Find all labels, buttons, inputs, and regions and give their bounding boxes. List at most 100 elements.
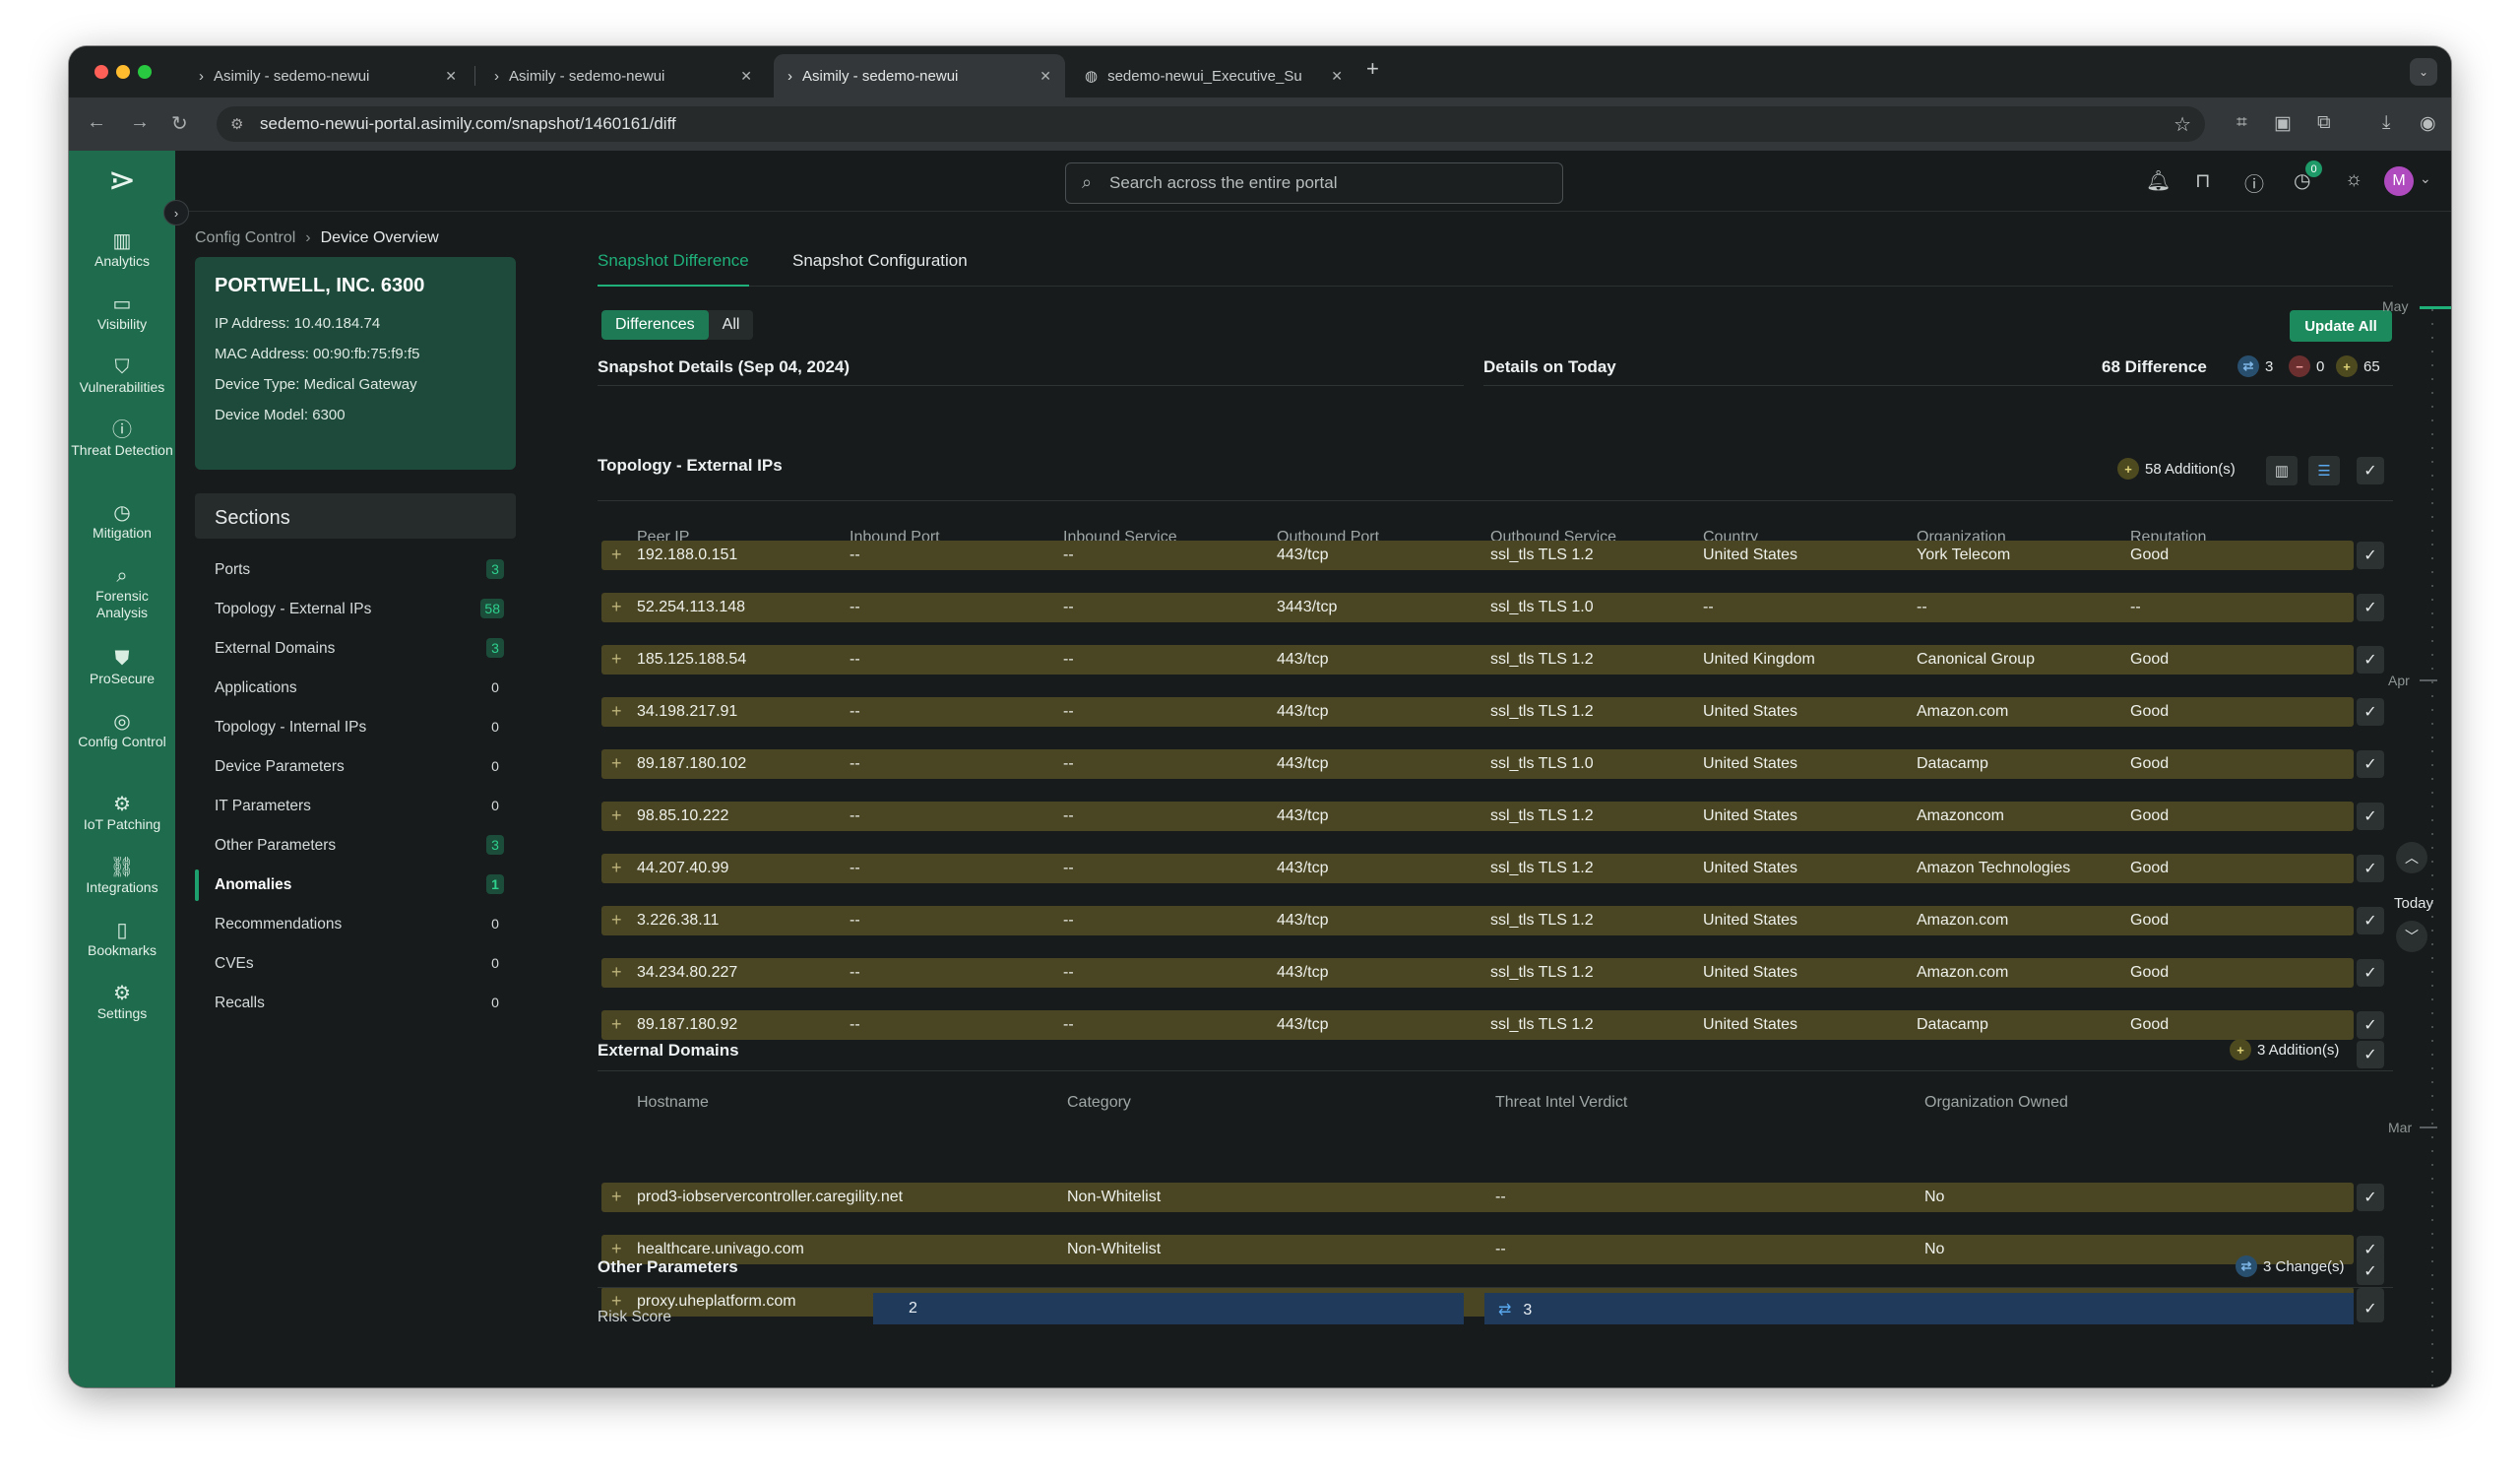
nav-bookmarks[interactable]: ▯ Bookmarks (69, 921, 175, 959)
breadcrumb-parent[interactable]: Config Control (195, 229, 295, 246)
table-cell: Good (2130, 912, 2170, 929)
tab-close-icon[interactable]: ✕ (445, 68, 457, 85)
toggle-differences[interactable]: Differences (601, 310, 709, 340)
close-window-button[interactable] (94, 65, 108, 79)
section-item[interactable]: Topology - External IPs 58 (195, 590, 516, 629)
table-row[interactable]: +3.226.38.11 -- -- 443/tcp ssl_tls TLS 1.2 Un… (601, 906, 2354, 935)
nav-visibility[interactable]: ▭ Visibility (69, 294, 175, 333)
timeline-up-button[interactable]: ︿ (2396, 842, 2427, 873)
minimize-window-button[interactable] (116, 65, 130, 79)
tab-chevron-icon: › (199, 67, 204, 85)
nav-vulnerabilities[interactable]: ⛉ Vulnerabilities (69, 357, 175, 396)
section-item[interactable]: Ports 3 (195, 550, 516, 590)
list-view-button[interactable]: ☰ (2308, 456, 2340, 485)
tab-search-button[interactable]: ⌄ (2410, 58, 2437, 86)
timeline-down-button[interactable]: ﹀ (2396, 921, 2427, 952)
maximize-window-button[interactable] (138, 65, 152, 79)
table-cell: -- (850, 860, 860, 876)
table-cell: 89.187.180.92 (637, 1016, 738, 1033)
table-row[interactable]: +89.187.180.92 -- -- 443/tcp ssl_tls TLS 1.2… (601, 1010, 2354, 1040)
column-header: Organization Owned (1924, 1094, 2068, 1111)
section-count-badge: 0 (491, 719, 499, 735)
device-ip: IP Address: 10.40.184.74 (215, 315, 381, 332)
section-item[interactable]: Applications 0 (195, 669, 516, 708)
browser-tab-active[interactable]: › Asimily - sedemo-newui ✕ (774, 54, 1065, 97)
profile-icon[interactable]: ◉ (2420, 112, 2436, 135)
download-icon[interactable]: ⤓ (2382, 112, 2390, 134)
nav-settings[interactable]: ⚙ Settings (69, 984, 175, 1022)
device-card: PORTWELL, INC. 6300 IP Address: 10.40.18… (195, 257, 516, 470)
section-item[interactable]: Topology - Internal IPs 0 (195, 708, 516, 747)
nav-label: Bookmarks (87, 942, 158, 958)
extension-icon[interactable]: ▣ (2274, 112, 2292, 135)
section-item[interactable]: CVEs 0 (195, 944, 516, 984)
nav-iot-patching[interactable]: ⚙ IoT Patching (69, 795, 175, 833)
nav-integrations[interactable]: ⛓ Integrations (69, 858, 175, 896)
tab-snapshot-difference[interactable]: Snapshot Difference (598, 245, 749, 287)
nav-threat-detection[interactable]: ⓘ Threat Detection (69, 420, 175, 459)
added-row-icon: + (611, 649, 622, 669)
nav-mitigation[interactable]: ◷ Mitigation (69, 503, 175, 542)
section-label: Recalls (215, 995, 265, 1011)
tab-close-icon[interactable]: ✕ (1331, 68, 1343, 85)
added-row-icon: + (611, 1014, 622, 1034)
section-item[interactable]: IT Parameters 0 (195, 787, 516, 826)
nav-label: Vulnerabilities (79, 379, 165, 395)
table-row[interactable]: + prod3-iobservercontroller.caregility.ne… (601, 1183, 2354, 1212)
section-item[interactable]: Recommendations 0 (195, 905, 516, 944)
nav-forensic-analysis[interactable]: ⌕ Forensic Analysis (69, 566, 175, 621)
nav-analytics[interactable]: ▥ Analytics (69, 231, 175, 270)
timeline-axis (2431, 309, 2433, 1387)
table-cell: 443/tcp (1277, 860, 1329, 876)
section-item[interactable]: External Domains 3 (195, 629, 516, 669)
nav-config-control[interactable]: ◎ Config Control (69, 712, 175, 750)
toggle-all[interactable]: All (709, 310, 754, 340)
other-changes-chip: ⇄ 3 Change(s) (2236, 1255, 2345, 1277)
back-icon[interactable]: ← (87, 111, 106, 134)
table-cell: Good (2130, 651, 2170, 668)
table-cell: 443/tcp (1277, 964, 1329, 981)
asimily-logo[interactable]: ⋗ (98, 161, 146, 208)
tab-close-icon[interactable]: ✕ (740, 68, 752, 85)
chart-view-button[interactable]: ▥ (2266, 456, 2298, 485)
section-item[interactable]: Other Parameters 3 (195, 826, 516, 866)
sidebar-expand-button[interactable]: › (163, 200, 189, 225)
tab-snapshot-configuration[interactable]: Snapshot Configuration (792, 245, 968, 287)
table-row[interactable]: +185.125.188.54 -- -- 443/tcp ssl_tls TLS 1.… (601, 645, 2354, 675)
section-label: Anomalies (215, 876, 292, 893)
table-row[interactable]: + healthcare.univago.com Non-Whitelist -- No (601, 1235, 2354, 1264)
table-row[interactable]: +44.207.40.99 -- -- 443/tcp ssl_tls TLS 1.2 U… (601, 854, 2354, 883)
table-row[interactable]: +192.188.0.151 -- -- 443/tcp ssl_tls TLS 1.2… (601, 541, 2354, 570)
table-cell: ssl_tls TLS 1.2 (1490, 651, 1594, 668)
tab-close-icon[interactable]: ✕ (1040, 68, 1051, 85)
address-bar-row: ← → ↻ ⚙ sedemo-newui-portal.asimily.com/… (69, 97, 2451, 151)
new-tab-button[interactable]: + (1366, 56, 1379, 82)
nav-prosecure[interactable]: ⛊ ProSecure (69, 649, 175, 687)
table-cell: 443/tcp (1277, 807, 1329, 824)
changes-label: 3 Change(s) (2263, 1257, 2345, 1275)
update-all-button[interactable]: Update All (2290, 310, 2392, 342)
table-row[interactable]: +98.85.10.222 -- -- 443/tcp ssl_tls TLS 1.2 U… (601, 802, 2354, 831)
section-label: Applications (215, 679, 297, 696)
tab-title: Asimily - sedemo-newui (802, 67, 959, 85)
added-row-icon: + (611, 962, 622, 982)
table-row[interactable]: +52.254.113.148 -- -- 3443/tcp ssl_tls TLS 1… (601, 593, 2354, 622)
section-count-badge: 58 (480, 599, 504, 618)
table-row[interactable]: +34.234.80.227 -- -- 443/tcp ssl_tls TLS 1.2… (601, 958, 2354, 988)
section-item[interactable]: Anomalies 1 (195, 866, 516, 905)
site-settings-icon[interactable]: ⚙ (230, 115, 243, 133)
bookmark-star-icon[interactable]: ☆ (2174, 112, 2191, 137)
section-item[interactable]: Recalls 0 (195, 984, 516, 1023)
reload-icon[interactable]: ↻ (171, 111, 188, 136)
section-item[interactable]: Device Parameters 0 (195, 747, 516, 787)
extensions-puzzle-icon[interactable]: ⧉ (2317, 112, 2331, 134)
table-row[interactable]: +34.198.217.91 -- -- 443/tcp ssl_tls TLS 1.2… (601, 697, 2354, 727)
extension-icon[interactable]: ⌗ (2236, 112, 2247, 134)
browser-tab[interactable]: › Asimily - sedemo-newui ✕ (480, 54, 766, 97)
browser-tab[interactable]: ◍ sedemo-newui_Executive_Su ✕ (1071, 54, 1356, 97)
topology-additions-chip: +58 Addition(s) (2117, 458, 2236, 480)
url-field[interactable]: ⚙ sedemo-newui-portal.asimily.com/snapsh… (217, 106, 2205, 142)
table-row[interactable]: +89.187.180.102 -- -- 443/tcp ssl_tls TLS 1.… (601, 749, 2354, 779)
forward-icon[interactable]: → (130, 111, 150, 134)
browser-tab[interactable]: › Asimily - sedemo-newui ✕ (185, 54, 471, 97)
